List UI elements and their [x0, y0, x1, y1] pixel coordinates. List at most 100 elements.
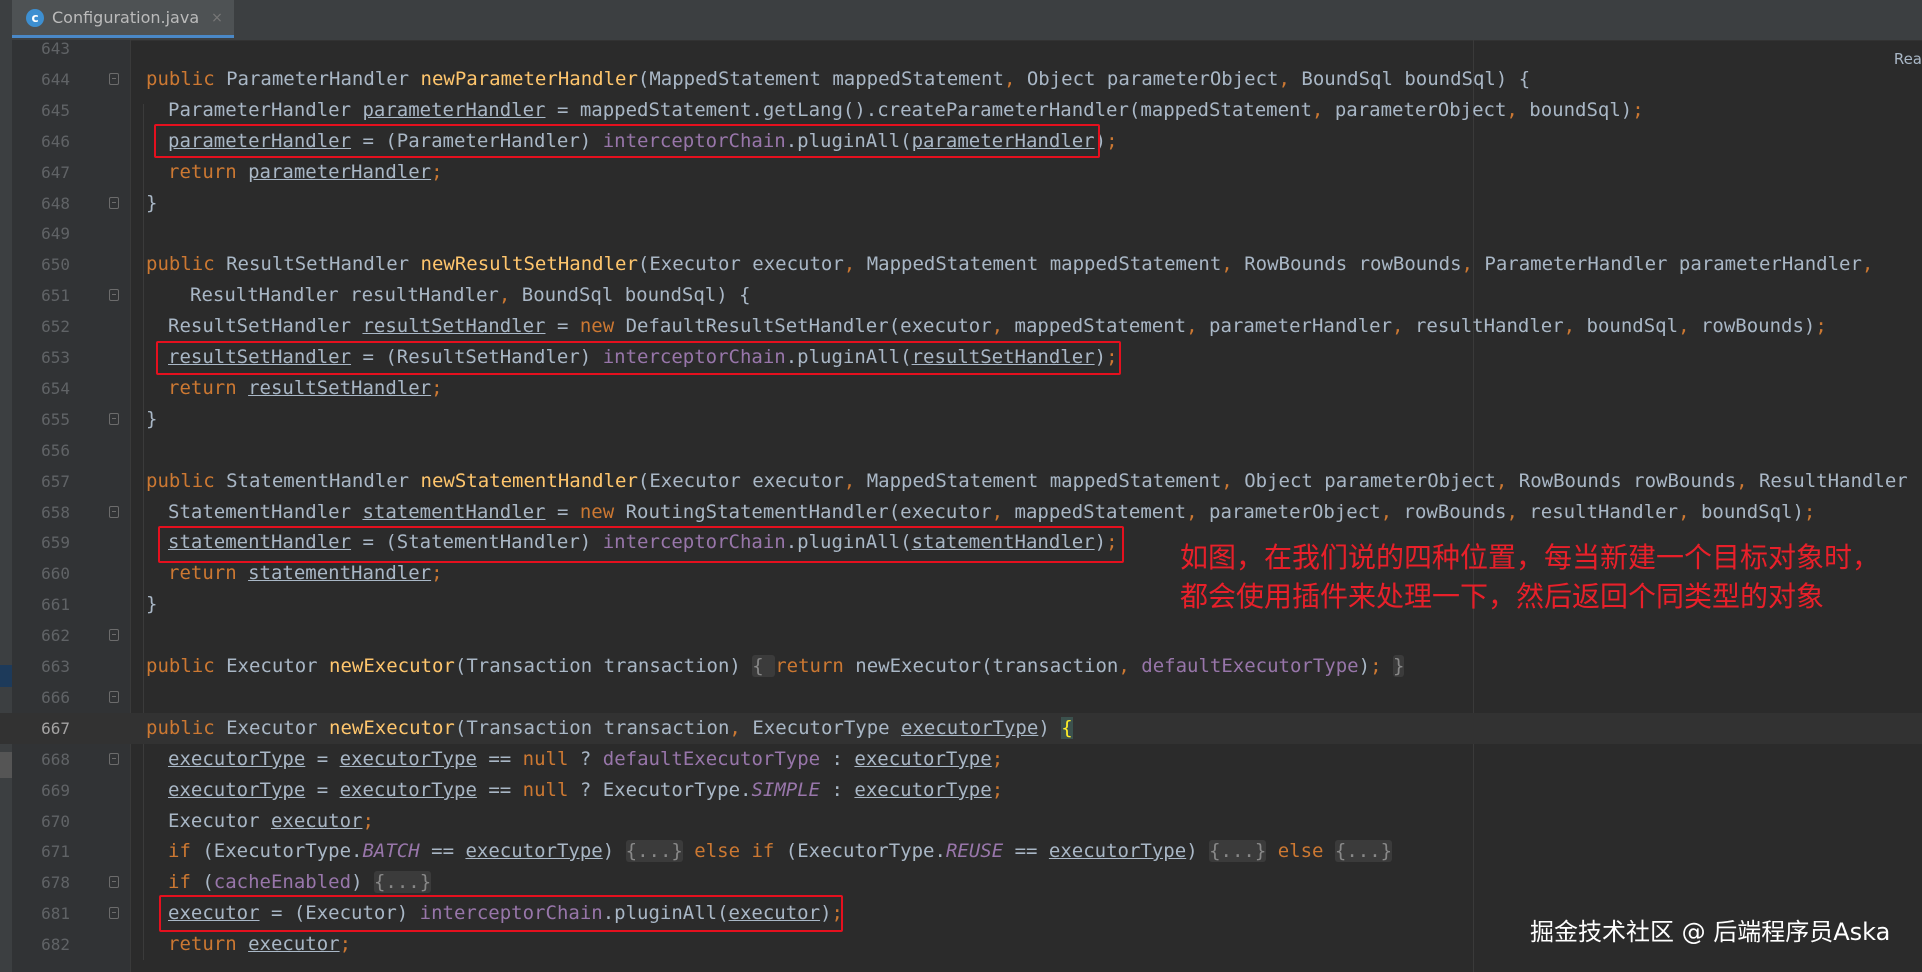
code-text: executorType = executorType == null ? Ex…: [168, 775, 1003, 806]
code-token: (Transaction transaction: [454, 717, 730, 739]
code-token: parameterObject: [1209, 501, 1381, 523]
code-line[interactable]: 652 ResultSetHandler resultSetHandler = n…: [0, 311, 1922, 342]
code-token: RoutingStatementHandler(executor: [625, 501, 992, 523]
code-token: (Executor executor: [637, 470, 844, 492]
code-line[interactable]: 654 return resultSetHandler;: [0, 373, 1922, 404]
code-token: executorType: [465, 840, 603, 862]
code-token: MappedStatement mappedStatement: [866, 253, 1222, 275]
code-token: =: [305, 779, 340, 801]
line-number: 669: [41, 781, 70, 800]
code-token: }: [146, 593, 158, 615]
fold-marker-icon[interactable]: [109, 73, 119, 85]
code-token: public: [146, 717, 227, 739]
code-token: ,: [1736, 470, 1759, 492]
code-token: RowBounds rowBounds: [1244, 253, 1462, 275]
code-token: ResultSetHandler: [226, 253, 421, 275]
code-line[interactable]: 678 if (cacheEnabled) {...}: [0, 867, 1922, 898]
code-line[interactable]: 667 public Executor newExecutor(Transacti…: [0, 713, 1922, 744]
line-number: 670: [41, 812, 70, 831]
code-token: (ExecutorType.: [202, 840, 363, 862]
highlight-box-parameterhandler: [154, 124, 1100, 158]
code-line[interactable]: 666: [0, 682, 1922, 713]
line-number: 650: [41, 255, 70, 274]
code-token: (ExecutorType.: [785, 840, 946, 862]
fold-marker-icon[interactable]: [109, 506, 119, 518]
code-token: ==: [1003, 840, 1049, 862]
fold-marker-icon[interactable]: [109, 289, 119, 301]
line-number: 657: [41, 472, 70, 491]
code-line[interactable]: 662: [0, 620, 1922, 651]
code-line[interactable]: 663 public Executor newExecutor(Transacti…: [0, 651, 1922, 682]
line-number: 663: [41, 657, 70, 676]
code-line[interactable]: 651 ResultHandler resultHandler, BoundSql…: [0, 280, 1922, 311]
code-line[interactable]: 656: [0, 435, 1922, 466]
code-token: ;: [991, 748, 1004, 770]
code-line[interactable]: 647 return parameterHandler;: [0, 157, 1922, 188]
fold-marker-icon[interactable]: [109, 753, 119, 765]
code-token: {...}: [625, 840, 683, 862]
watermark: 掘金技术社区 @ 后端程序员Aska: [1530, 918, 1891, 946]
line-number: 653: [41, 348, 70, 367]
code-text: if (ExecutorType.BATCH == executorType) …: [168, 836, 1393, 867]
code-token: ParameterHandler: [168, 99, 363, 121]
code-line[interactable]: 648}: [0, 188, 1922, 219]
code-token: ParameterHandler: [226, 68, 421, 90]
code-token: newResultSetHandler: [420, 253, 638, 275]
code-line[interactable]: 671 if (ExecutorType.BATCH == executorTyp…: [0, 836, 1922, 867]
code-token: ;: [362, 810, 374, 832]
code-text: public StatementHandler newStatementHand…: [146, 466, 1922, 497]
code-token: parameterHandler: [248, 161, 432, 183]
line-number: 668: [41, 750, 70, 769]
code-token: return: [775, 655, 856, 677]
code-line[interactable]: 655}: [0, 404, 1922, 435]
code-token: cacheEnabled: [213, 871, 352, 893]
code-line[interactable]: 644 public ParameterHandler newParameterH…: [0, 64, 1922, 95]
code-line[interactable]: 658 StatementHandler statementHandler = n…: [0, 497, 1922, 528]
fold-marker-icon[interactable]: [109, 197, 119, 209]
code-token: ,: [1311, 99, 1335, 121]
code-token: return: [168, 161, 249, 183]
code-token: boundSql: [1586, 315, 1679, 337]
code-token: executorType: [168, 748, 306, 770]
code-token: ;: [991, 779, 1004, 801]
code-token: rowBounds): [1700, 315, 1816, 337]
close-icon[interactable]: ×: [211, 10, 223, 26]
code-line[interactable]: 645 ParameterHandler parameterHandler = m…: [0, 95, 1922, 126]
code-token: newExecutor: [329, 717, 455, 739]
code-token: resultSetHandler: [248, 377, 432, 399]
code-token: if: [168, 840, 203, 862]
code-token: new: [579, 501, 626, 523]
line-number: 667: [41, 719, 70, 738]
code-token: executorType: [854, 748, 992, 770]
fold-marker-icon[interactable]: [109, 876, 119, 888]
code-line[interactable]: 649: [0, 218, 1922, 249]
code-text: StatementHandler statementHandler = new …: [168, 497, 1815, 528]
code-text: public Executor newExecutor(Transaction …: [146, 651, 1405, 682]
fold-marker-icon[interactable]: [109, 907, 119, 919]
code-token: null: [522, 779, 569, 801]
code-line[interactable]: 668 executorType = executorType == null ?…: [0, 744, 1922, 775]
code-line[interactable]: 669 executorType = executorType == null ?…: [0, 775, 1922, 806]
code-token: =: [545, 501, 580, 523]
code-token: ): [1358, 655, 1371, 677]
code-token: ==: [476, 748, 523, 770]
fold-marker-icon[interactable]: [109, 691, 119, 703]
code-token: ,: [1678, 315, 1701, 337]
code-line[interactable]: 670 Executor executor;: [0, 806, 1922, 837]
code-line[interactable]: 650 public ResultSetHandler newResultSetH…: [0, 249, 1922, 280]
line-number: 645: [41, 101, 70, 120]
code-token: ? ExecutorType.: [568, 779, 752, 801]
line-number: 659: [41, 533, 70, 552]
code-token: {: [752, 655, 776, 677]
line-number: 671: [41, 842, 70, 861]
fold-marker-icon[interactable]: [109, 413, 119, 425]
fold-marker-icon[interactable]: [109, 629, 119, 641]
highlight-box-resultsethandler: [156, 341, 1121, 375]
code-token: ,: [498, 284, 522, 306]
code-line[interactable]: 657 public StatementHandler newStatementH…: [0, 466, 1922, 497]
line-number: 654: [41, 379, 70, 398]
line-number: 644: [41, 70, 70, 89]
code-line[interactable]: 643: [0, 33, 1922, 64]
code-token: ,: [1186, 315, 1210, 337]
code-token: newExecutor: [329, 655, 455, 677]
